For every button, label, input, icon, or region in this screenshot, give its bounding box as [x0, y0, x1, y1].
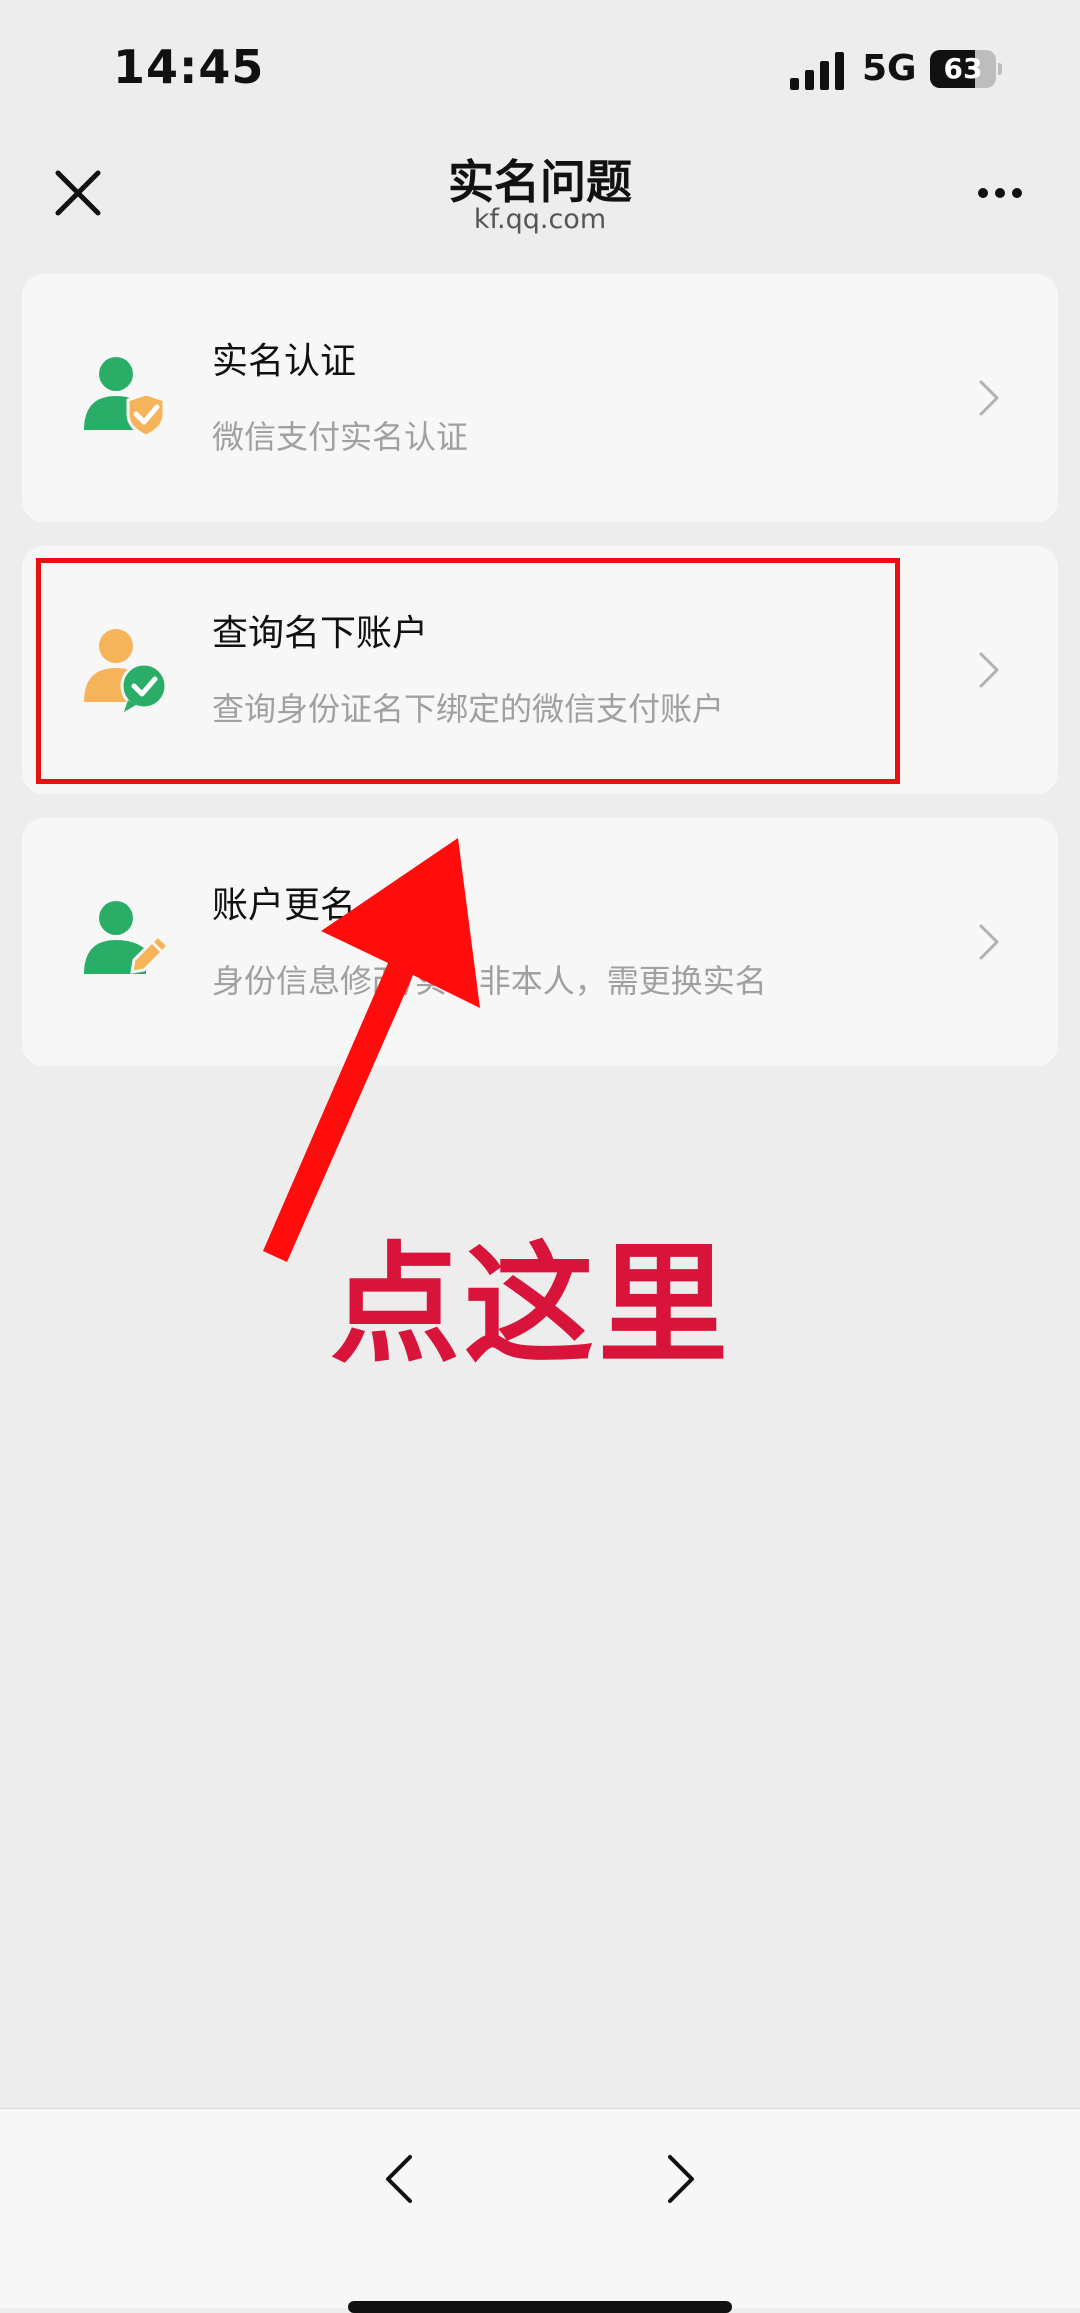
- more-options-icon[interactable]: [970, 176, 1030, 206]
- menu-item-label: 账户更名: [212, 885, 357, 926]
- battery-level: 63: [943, 52, 983, 85]
- home-indicator: [348, 2301, 732, 2313]
- page-title: 实名问题: [448, 155, 632, 209]
- status-bar: 14:45 5G 63: [0, 0, 1080, 140]
- forward-arrow-icon[interactable]: [660, 2149, 700, 2209]
- nav-header: 实名问题 kf.qq.com: [0, 140, 1080, 250]
- menu-item-account-rename[interactable]: 账户更名 身份信息修改/实名非本人，需更换实名: [22, 818, 1058, 1066]
- page-subtitle: kf.qq.com: [473, 204, 607, 235]
- menu-item-real-name-auth[interactable]: 实名认证 微信支付实名认证: [22, 274, 1058, 522]
- signal-icon: [790, 52, 844, 90]
- chevron-right-icon: [979, 924, 999, 960]
- user-shield-icon: [84, 357, 166, 438]
- back-arrow-icon[interactable]: [380, 2149, 420, 2209]
- menu-item-desc: 微信支付实名认证: [212, 418, 469, 456]
- chevron-right-icon: [979, 652, 999, 688]
- highlight-box: [36, 558, 900, 784]
- bottom-nav-bar: [0, 2108, 1080, 2313]
- status-time: 14:45: [113, 40, 265, 94]
- network-type: 5G: [862, 48, 917, 89]
- chevron-right-icon: [979, 380, 999, 416]
- battery-icon: 63: [930, 50, 1002, 88]
- user-edit-icon: [84, 901, 170, 974]
- menu-item-label: 实名认证: [212, 341, 357, 382]
- menu-item-desc: 身份信息修改/实名非本人，需更换实名: [212, 962, 767, 1000]
- annotation-text: 点这里: [330, 1229, 733, 1381]
